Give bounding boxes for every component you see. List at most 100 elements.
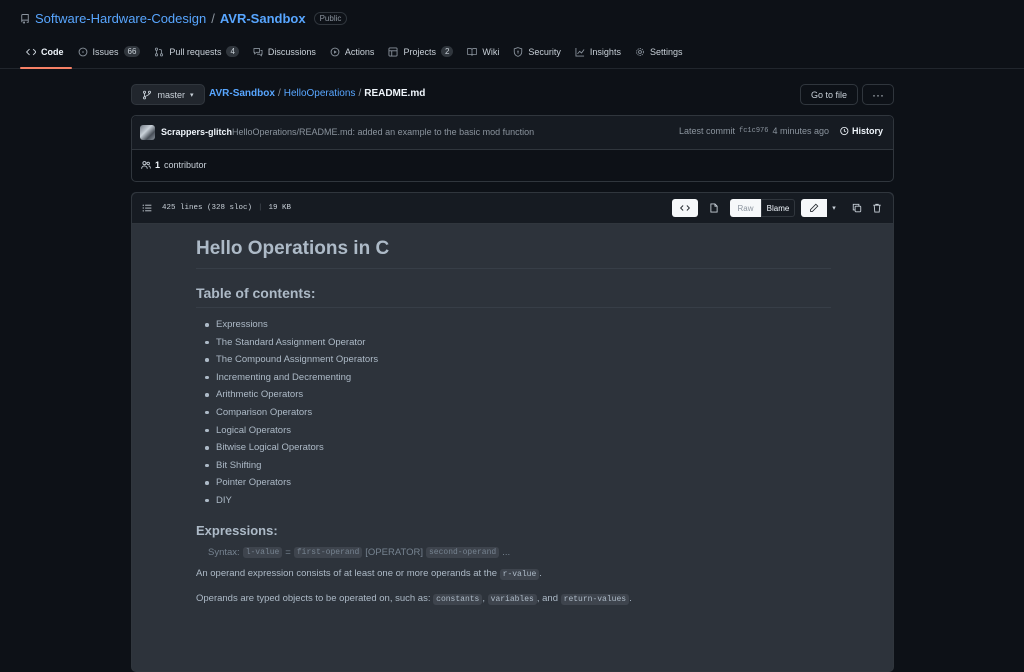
breadcrumb: AVR-Sandbox / HelloOperations / README.md (209, 88, 425, 99)
go-to-file-button[interactable]: Go to file (800, 84, 858, 105)
toc-item[interactable]: Bitwise Logical Operators (204, 441, 831, 459)
breadcrumb-root-link[interactable]: AVR-Sandbox (209, 88, 275, 99)
repo-owner-link[interactable]: Software-Hardware-Codesign (35, 11, 206, 26)
play-icon (330, 47, 340, 57)
toc-item[interactable]: Bit Shifting (204, 459, 831, 477)
paragraph-text: Operands are typed objects to be operate… (196, 592, 431, 604)
syntax-label: Syntax: (208, 546, 240, 558)
copy-raw-button[interactable] (847, 199, 867, 217)
tab-pull-requests[interactable]: Pull requests 4 (148, 44, 246, 69)
toc-item-label: Expressions (216, 319, 268, 330)
tab-label: Insights (589, 46, 621, 57)
toc-item[interactable]: Incrementing and Decrementing (204, 371, 831, 389)
breadcrumb-separator: / (277, 88, 281, 99)
edit-options-dropdown[interactable]: ▾ (827, 199, 841, 217)
toc-item-label: Pointer Operators (216, 477, 291, 489)
toc-list: Expressions The Standard Assignment Oper… (204, 318, 831, 512)
tab-discussions[interactable]: Discussions (247, 44, 324, 69)
code-constants: constants (433, 593, 483, 605)
tab-actions[interactable]: Actions (324, 44, 383, 69)
projects-count-badge: 2 (440, 46, 454, 57)
paragraph-text: An operand expression consists of at lea… (196, 567, 498, 579)
file-info-divider: | (258, 204, 263, 212)
paragraph-end: . (539, 567, 542, 579)
tab-issues[interactable]: Issues 66 (72, 44, 149, 69)
tab-label: Security (528, 46, 561, 57)
contributors-link[interactable]: 1 contributor (141, 160, 207, 170)
book-icon (467, 47, 478, 57)
more-options-button[interactable]: ··· (862, 84, 894, 105)
paragraph-operand-expression: An operand expression consists of at lea… (196, 566, 831, 583)
code-first-operand: first-operand (293, 546, 363, 558)
breadcrumb-separator: / (358, 88, 362, 99)
code-lvalue: l-value (242, 546, 283, 558)
syntax-equals: = (285, 546, 291, 558)
history-link[interactable]: History (839, 126, 883, 136)
paragraph-separator: , and (536, 592, 558, 604)
code-rvalue: r-value (499, 568, 540, 580)
tab-security[interactable]: Security (507, 44, 569, 69)
tab-label: Settings (649, 46, 683, 57)
history-label: History (851, 126, 883, 136)
delete-file-button[interactable] (867, 199, 887, 217)
tab-settings[interactable]: Settings (629, 44, 691, 69)
edit-file-button[interactable] (801, 199, 827, 217)
toc-item-label: Bit Shifting (216, 459, 262, 471)
display-rendered-button[interactable] (704, 199, 724, 217)
issue-icon (78, 47, 88, 57)
tab-label: Pull requests (169, 46, 222, 57)
commit-author-link[interactable]: Scrappers-glitch (161, 127, 232, 137)
tab-insights[interactable]: Insights (569, 44, 629, 69)
toc-item[interactable]: DIY (204, 494, 831, 512)
tab-label: Actions (344, 46, 375, 57)
pull-request-icon (154, 47, 164, 57)
toc-item[interactable]: The Compound Assignment Operators (204, 353, 831, 371)
code-second-operand: second-operand (426, 546, 500, 558)
branch-select-button[interactable]: master ▾ (131, 84, 205, 105)
syntax-ellipsis: ... (502, 546, 511, 558)
toc-item[interactable]: Expressions (204, 318, 831, 336)
toc-item-label: The Standard Assignment Operator (216, 336, 366, 348)
avatar[interactable] (140, 125, 155, 140)
toc-item-label: Arithmetic Operators (216, 389, 304, 401)
branch-name: master (157, 89, 185, 100)
display-source-button[interactable] (672, 199, 698, 217)
toc-heading: Table of contents: (196, 285, 831, 308)
file-info: 425 lines (328 sloc) | 19 KB (162, 204, 291, 212)
graph-icon (575, 47, 585, 57)
paragraph-end: . (629, 592, 632, 604)
paragraph-separator: , (482, 592, 485, 604)
commit-sha-link[interactable]: fc1c976 (739, 127, 768, 135)
visibility-badge: Public (313, 12, 348, 25)
tab-projects[interactable]: Projects 2 (382, 44, 461, 69)
breadcrumb-dir-link[interactable]: HelloOperations (284, 88, 356, 99)
tab-wiki[interactable]: Wiki (461, 44, 507, 69)
blame-button[interactable]: Blame (761, 199, 795, 217)
commit-message-link[interactable]: HelloOperations/README.md: added an exam… (232, 127, 534, 137)
code-variables: variables (487, 593, 537, 605)
tab-code[interactable]: Code (20, 44, 72, 69)
toc-item[interactable]: Pointer Operators (204, 476, 831, 494)
readme-content: Hello Operations in C Table of contents:… (196, 238, 831, 616)
toc-item[interactable]: Arithmetic Operators (204, 388, 831, 406)
tab-label: Discussions (267, 46, 316, 57)
repo-name-link[interactable]: AVR-Sandbox (220, 11, 306, 26)
toc-item-label: DIY (216, 494, 232, 506)
chevron-down-icon: ▾ (832, 205, 836, 212)
raw-button[interactable]: Raw (730, 199, 761, 217)
syntax-line: Syntax: l-value = first-operand [OPERATO… (208, 546, 831, 558)
list-unordered-icon[interactable] (142, 203, 152, 213)
syntax-operator: [OPERATOR] (365, 546, 423, 558)
commit-row: Scrappers-glitch HelloOperations/README.… (132, 116, 893, 150)
toc-item[interactable]: Logical Operators (204, 424, 831, 442)
file-size: 19 KB (268, 204, 292, 212)
discussion-icon (253, 47, 263, 57)
toc-item-label: Bitwise Logical Operators (216, 442, 324, 454)
toc-item[interactable]: Comparison Operators (204, 406, 831, 424)
people-icon (141, 160, 151, 170)
issues-count-badge: 66 (123, 46, 141, 57)
toc-item[interactable]: The Standard Assignment Operator (204, 336, 831, 354)
contributors-row: 1 contributor (132, 150, 893, 182)
file-icon (709, 203, 719, 213)
expressions-heading: Expressions: (196, 522, 278, 538)
